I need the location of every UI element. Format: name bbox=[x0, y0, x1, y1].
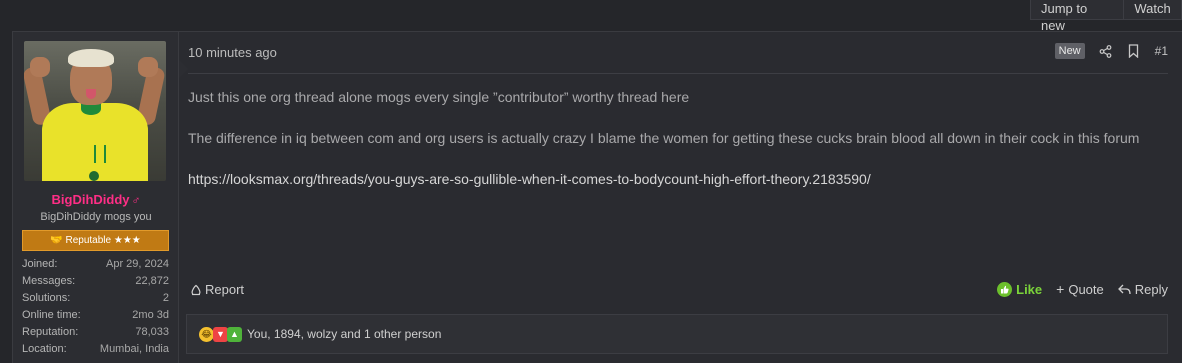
user-title: BigDihDiddy mogs you bbox=[40, 211, 152, 223]
stat-value: 2 bbox=[162, 292, 169, 304]
post-number[interactable]: #1 bbox=[1155, 44, 1168, 58]
username-text[interactable]: BigDihDiddy bbox=[52, 192, 130, 207]
username[interactable]: BigDihDiddy ♂ bbox=[13, 192, 179, 207]
reply-icon bbox=[1117, 284, 1131, 295]
reply-label: Reply bbox=[1134, 282, 1168, 297]
stat-value[interactable]: 22,872 bbox=[135, 273, 169, 290]
user-cell: BigDihDiddy ♂ BigDihDiddy mogs you 🤝 Repu… bbox=[13, 32, 179, 363]
like-icon bbox=[997, 282, 1013, 297]
reply-button[interactable]: Reply bbox=[1117, 282, 1168, 297]
thread-top-buttons: Jump to new Watch bbox=[1030, 0, 1182, 33]
header-divider bbox=[188, 73, 1168, 74]
stat-value: Mumbai, India bbox=[99, 343, 169, 355]
reactions-text[interactable]: You, 1894, wolzy and 1 other person bbox=[247, 327, 441, 341]
message-body: Just this one org thread alone mogs ever… bbox=[188, 87, 1168, 210]
stat-key: Location: bbox=[22, 343, 67, 355]
stat-value: 78,033 bbox=[135, 326, 169, 338]
quote-label: Quote bbox=[1068, 282, 1104, 297]
report-icon bbox=[191, 284, 201, 295]
stat-key: Messages: bbox=[22, 275, 76, 287]
stat-solutions: Solutions: 2 bbox=[22, 290, 169, 307]
laugh-icon: 😂 bbox=[199, 326, 214, 342]
like-button[interactable]: Like bbox=[997, 282, 1042, 297]
reactions-bar[interactable]: 😂 ▼ ▲ You, 1894, wolzy and 1 other perso… bbox=[186, 314, 1168, 354]
stat-location: Location: Mumbai, India bbox=[22, 341, 169, 358]
stat-key: Online time: bbox=[22, 309, 81, 321]
message-cell: 10 minutes ago New #1 Just this one org … bbox=[179, 32, 1182, 363]
like-label: Like bbox=[1016, 282, 1043, 297]
thumbs-down-icon: ▼ bbox=[213, 326, 228, 342]
message-paragraph: The difference in iq between com and org… bbox=[188, 130, 1140, 146]
post-time[interactable]: 10 minutes ago bbox=[188, 45, 277, 60]
user-stats: Joined: Apr 29, 2024 Messages: 22,872 Solu… bbox=[22, 256, 169, 358]
stat-key: Reputation: bbox=[22, 326, 79, 338]
stat-reputation: Reputation: 78,033 bbox=[22, 324, 169, 341]
thread-link[interactable]: https://looksmax.org/threads/you-guys-ar… bbox=[188, 171, 871, 187]
thumbs-up-icon: ▲ bbox=[227, 326, 242, 342]
post-actions: Like + Quote Reply bbox=[983, 282, 1168, 297]
new-badge: New bbox=[1054, 43, 1085, 59]
reputable-banner: 🤝 Reputable ★★★ bbox=[22, 230, 169, 251]
bookmark-icon[interactable] bbox=[1127, 44, 1141, 58]
stat-key: Solutions: bbox=[22, 292, 71, 304]
quote-icon: + bbox=[1056, 281, 1065, 297]
stat-messages: Messages: 22,872 bbox=[22, 273, 169, 290]
report-label: Report bbox=[205, 282, 245, 297]
watch-button[interactable]: Watch bbox=[1124, 0, 1182, 20]
report-button[interactable]: Report bbox=[190, 282, 244, 297]
jump-to-new-button[interactable]: Jump to new bbox=[1030, 0, 1124, 33]
reaction-icons: 😂 ▼ ▲ bbox=[199, 326, 242, 342]
avatar[interactable] bbox=[24, 41, 166, 181]
stat-value: 2mo 3d bbox=[132, 309, 169, 321]
quote-button[interactable]: + Quote bbox=[1056, 282, 1104, 297]
post-header-actions: New #1 bbox=[1054, 42, 1168, 60]
stat-joined: Joined: Apr 29, 2024 bbox=[22, 256, 169, 273]
stat-key: Joined: bbox=[22, 258, 58, 270]
share-icon[interactable] bbox=[1099, 44, 1113, 58]
message-paragraph: Just this one org thread alone mogs ever… bbox=[188, 89, 690, 105]
stat-online-time: Online time: 2mo 3d bbox=[22, 307, 169, 324]
stat-value: Apr 29, 2024 bbox=[106, 258, 169, 270]
post: BigDihDiddy ♂ BigDihDiddy mogs you 🤝 Repu… bbox=[12, 31, 1182, 363]
gender-icon: ♂ bbox=[131, 193, 141, 207]
